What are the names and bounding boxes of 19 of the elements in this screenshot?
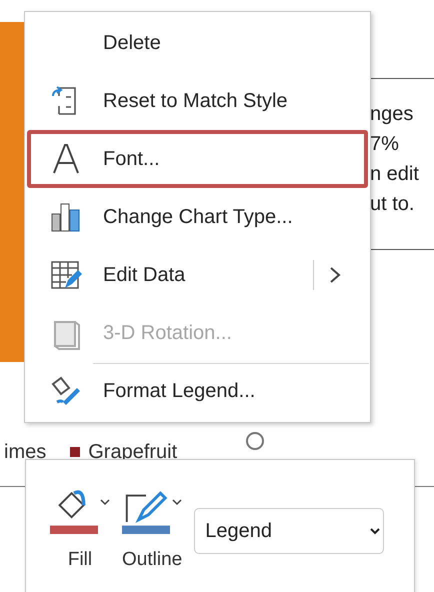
legend-label: Grapefruit: [88, 440, 178, 465]
paintbrush-icon: [49, 374, 83, 408]
menu-item[interactable]: Font...: [27, 130, 368, 188]
toolbar-button[interactable]: Outline: [122, 468, 182, 574]
resize-handle-icon[interactable]: [244, 430, 266, 452]
menu-item[interactable]: Edit Data: [27, 246, 368, 304]
menu-item[interactable]: Change Chart Type...: [27, 188, 368, 246]
text-line: nges: [370, 102, 414, 127]
menu-item[interactable]: Reset to Match Style: [27, 72, 368, 130]
element-select[interactable]: Legend: [194, 508, 384, 554]
text-line: 7%: [370, 132, 400, 157]
menu-item[interactable]: Format Legend...: [27, 362, 368, 420]
toolbar-button[interactable]: Fill: [50, 468, 110, 574]
menu-item[interactable]: Delete: [27, 14, 368, 72]
caret-icon: [100, 498, 110, 506]
legend-label: imes: [4, 440, 46, 465]
text-line: n edit: [370, 162, 420, 187]
text-line: ut to.: [370, 192, 416, 217]
caret-icon: [172, 498, 182, 506]
